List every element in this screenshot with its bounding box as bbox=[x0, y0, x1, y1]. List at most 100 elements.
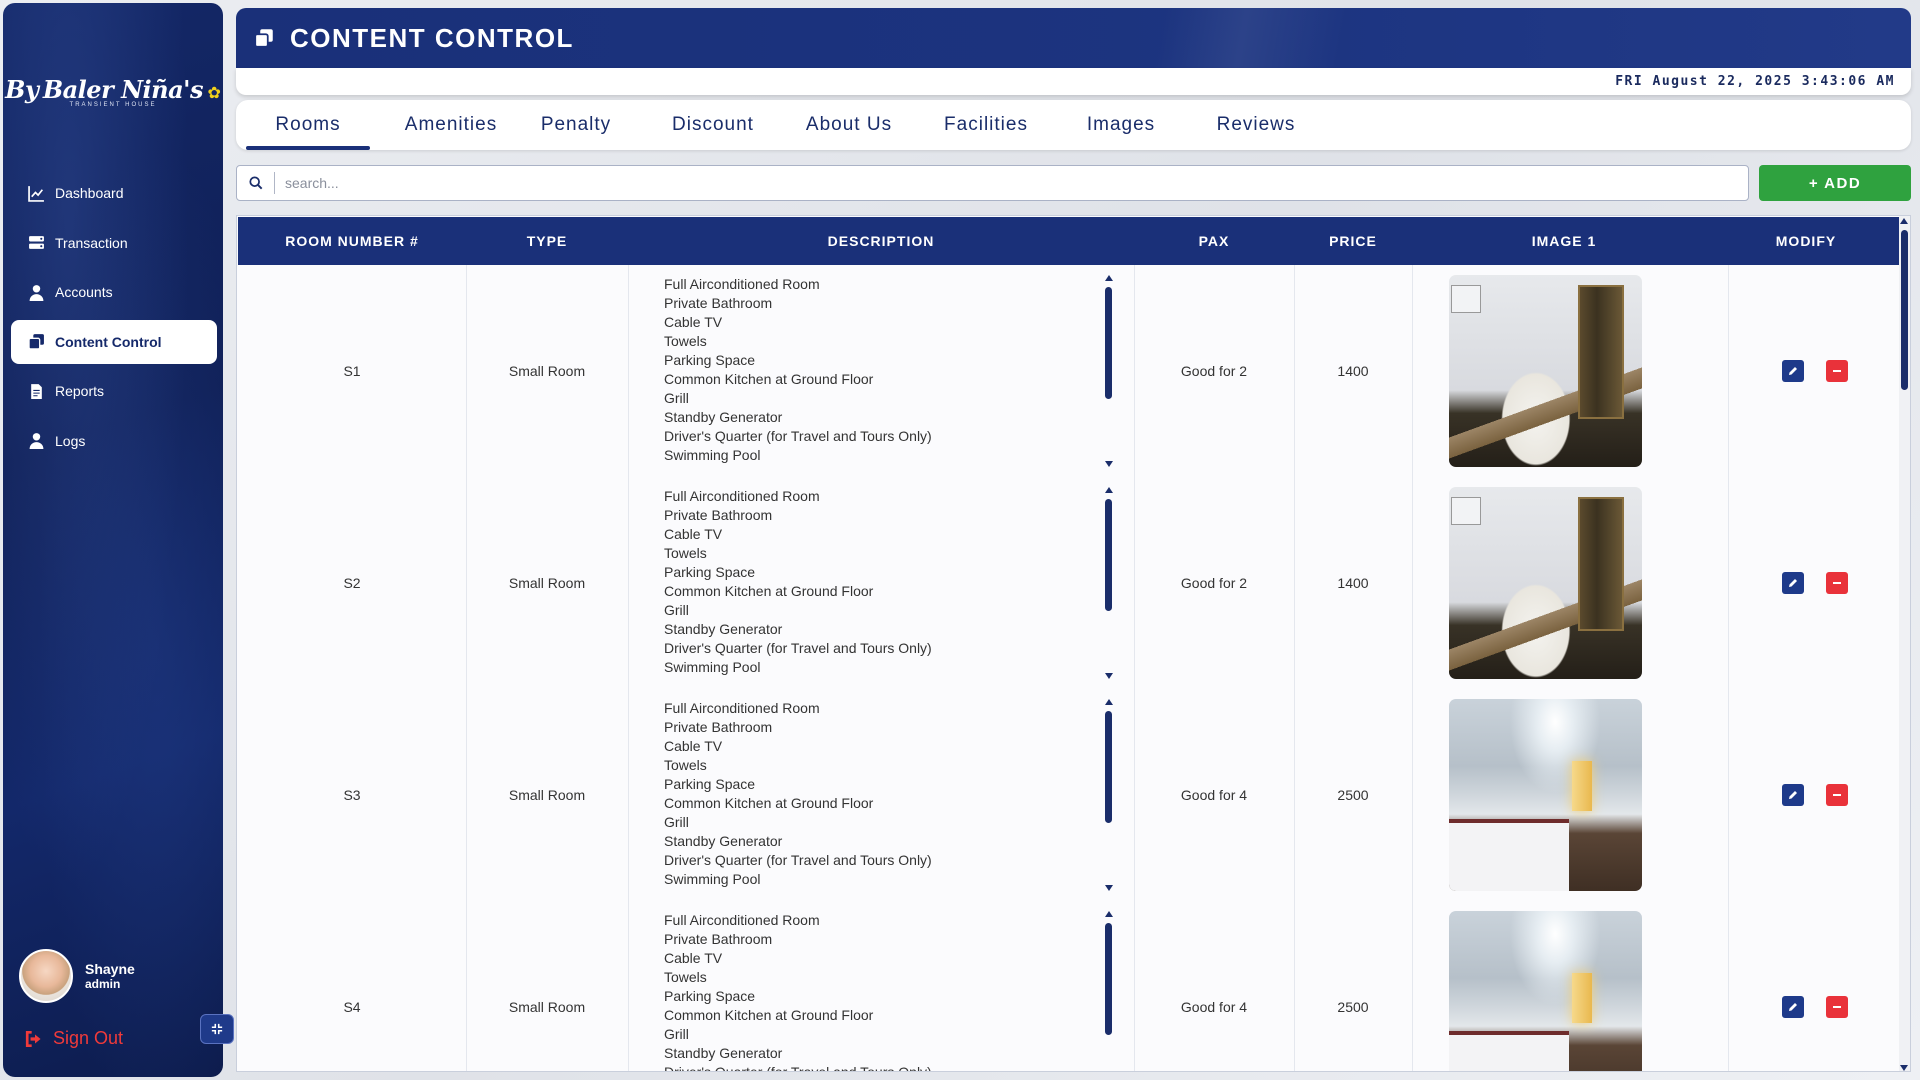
sidebar-nav: Dashboard Transaction Accounts Content C… bbox=[11, 171, 217, 468]
room-description: Full Airconditioned Room Private Bathroo… bbox=[664, 699, 1094, 891]
description-line: Driver's Quarter (for Travel and Tours O… bbox=[664, 1064, 932, 1072]
description-line: Driver's Quarter (for Travel and Tours O… bbox=[664, 428, 932, 444]
sidebar-item-transaction[interactable]: Transaction bbox=[11, 221, 217, 265]
room-price: 2500 bbox=[1337, 999, 1369, 1015]
description-line: Parking Space bbox=[664, 352, 756, 368]
room-type: Small Room bbox=[508, 999, 586, 1015]
room-number: S4 bbox=[343, 999, 361, 1015]
room-number: S3 bbox=[343, 787, 361, 803]
description-scrollbar[interactable] bbox=[1103, 275, 1115, 467]
brand-logo: By Baler Niña's ✿ TRANSIENT HOUSE bbox=[3, 75, 223, 108]
description-line: Cable TV bbox=[664, 526, 723, 542]
collapse-sidebar-button[interactable] bbox=[200, 1014, 234, 1044]
pencil-icon bbox=[1789, 1003, 1797, 1011]
tab-penalty[interactable]: Penalty bbox=[516, 100, 636, 150]
copy-icon bbox=[254, 29, 273, 48]
description-line: Parking Space bbox=[664, 564, 756, 580]
page-title: CONTENT CONTROL bbox=[290, 22, 574, 53]
page-header: CONTENT CONTROL bbox=[236, 8, 1911, 68]
column-header-modify: MODIFY bbox=[1775, 233, 1837, 249]
tab-facilities[interactable]: Facilities bbox=[921, 100, 1051, 150]
sidebar-item-content-control[interactable]: Content Control bbox=[11, 319, 217, 364]
room-description: Full Airconditioned Room Private Bathroo… bbox=[664, 487, 1094, 679]
table-row: S4 Small Room Full Airconditioned Room P… bbox=[238, 901, 1900, 1072]
avatar bbox=[19, 949, 73, 1003]
description-line: Towels bbox=[664, 545, 707, 561]
description-line: Towels bbox=[664, 333, 707, 349]
table-row: S2 Small Room Full Airconditioned Room P… bbox=[238, 477, 1900, 689]
column-header-description: DESCRIPTION bbox=[827, 233, 935, 249]
description-line: Full Airconditioned Room bbox=[664, 276, 820, 292]
description-line: Cable TV bbox=[664, 314, 723, 330]
description-line: Grill bbox=[664, 814, 689, 830]
description-line: Standby Generator bbox=[664, 621, 783, 637]
pencil-icon bbox=[1789, 791, 1797, 799]
edit-button[interactable] bbox=[1782, 572, 1804, 594]
description-line: Swimming Pool bbox=[664, 659, 761, 675]
tab-discount[interactable]: Discount bbox=[648, 100, 778, 150]
description-line: Towels bbox=[664, 969, 707, 985]
room-number: S1 bbox=[343, 363, 361, 379]
description-scrollbar[interactable] bbox=[1103, 699, 1115, 891]
description-line: Towels bbox=[664, 757, 707, 773]
room-image bbox=[1449, 699, 1642, 891]
sidebar-item-reports[interactable]: Reports bbox=[11, 369, 217, 413]
edit-button[interactable] bbox=[1782, 360, 1804, 382]
description-line: Standby Generator bbox=[664, 409, 783, 425]
description-scrollbar[interactable] bbox=[1103, 487, 1115, 679]
description-line: Grill bbox=[664, 602, 689, 618]
description-line: Private Bathroom bbox=[664, 719, 773, 735]
delete-button[interactable] bbox=[1826, 360, 1848, 382]
column-header-pax: PAX bbox=[1198, 233, 1230, 249]
pencil-icon bbox=[1789, 579, 1797, 587]
delete-button[interactable] bbox=[1826, 572, 1848, 594]
column-header-room-number: ROOM NUMBER # bbox=[285, 233, 419, 249]
description-scrollbar[interactable] bbox=[1103, 911, 1115, 1071]
sidebar-item-logs[interactable]: Logs bbox=[11, 419, 217, 463]
tab-reviews[interactable]: Reviews bbox=[1191, 100, 1321, 150]
room-type: Small Room bbox=[508, 787, 586, 803]
minus-icon bbox=[1833, 582, 1841, 584]
edit-button[interactable] bbox=[1782, 996, 1804, 1018]
tab-rooms[interactable]: Rooms bbox=[246, 100, 370, 150]
sidebar-item-dashboard[interactable]: Dashboard bbox=[11, 171, 217, 215]
table-scrollbar[interactable] bbox=[1899, 216, 1910, 1071]
search-bar bbox=[236, 165, 1749, 201]
compress-icon bbox=[211, 1023, 223, 1035]
sign-out-button[interactable]: Sign Out bbox=[25, 1028, 123, 1049]
room-price: 1400 bbox=[1337, 575, 1369, 591]
room-price: 1400 bbox=[1337, 363, 1369, 379]
description-line: Cable TV bbox=[664, 950, 723, 966]
description-line: Common Kitchen at Ground Floor bbox=[664, 1007, 874, 1023]
user-role: admin bbox=[85, 977, 121, 991]
user-icon bbox=[27, 283, 45, 301]
sign-out-label: Sign Out bbox=[53, 1028, 124, 1048]
sidebar-item-accounts[interactable]: Accounts bbox=[11, 270, 217, 314]
description-line: Private Bathroom bbox=[664, 507, 773, 523]
delete-button[interactable] bbox=[1826, 996, 1848, 1018]
description-line: Common Kitchen at Ground Floor bbox=[664, 371, 874, 387]
datetime-bar: FRI August 22, 2025 3:43:06 AM bbox=[236, 68, 1911, 95]
sidebar-item-label: Accounts bbox=[55, 284, 113, 300]
tab-amenities[interactable]: Amenities bbox=[386, 100, 516, 150]
column-header-image: IMAGE 1 bbox=[1531, 233, 1597, 249]
file-icon bbox=[27, 382, 45, 400]
minus-icon bbox=[1833, 370, 1841, 372]
sign-out-icon bbox=[25, 1030, 41, 1047]
room-price: 2500 bbox=[1337, 787, 1369, 803]
room-description: Full Airconditioned Room Private Bathroo… bbox=[664, 275, 1094, 467]
room-type: Small Room bbox=[508, 575, 586, 591]
search-input[interactable] bbox=[275, 168, 1748, 198]
column-header-type: TYPE bbox=[526, 233, 568, 249]
tab-about-us[interactable]: About Us bbox=[784, 100, 914, 150]
tab-images[interactable]: Images bbox=[1056, 100, 1186, 150]
edit-button[interactable] bbox=[1782, 784, 1804, 806]
sidebar-item-label: Content Control bbox=[55, 333, 162, 350]
add-button[interactable]: + ADD bbox=[1759, 165, 1911, 201]
description-line: Cable TV bbox=[664, 738, 723, 754]
description-line: Common Kitchen at Ground Floor bbox=[664, 795, 874, 811]
description-line: Parking Space bbox=[664, 988, 756, 1004]
description-line: Standby Generator bbox=[664, 1045, 783, 1061]
delete-button[interactable] bbox=[1826, 784, 1848, 806]
room-number: S2 bbox=[343, 575, 361, 591]
